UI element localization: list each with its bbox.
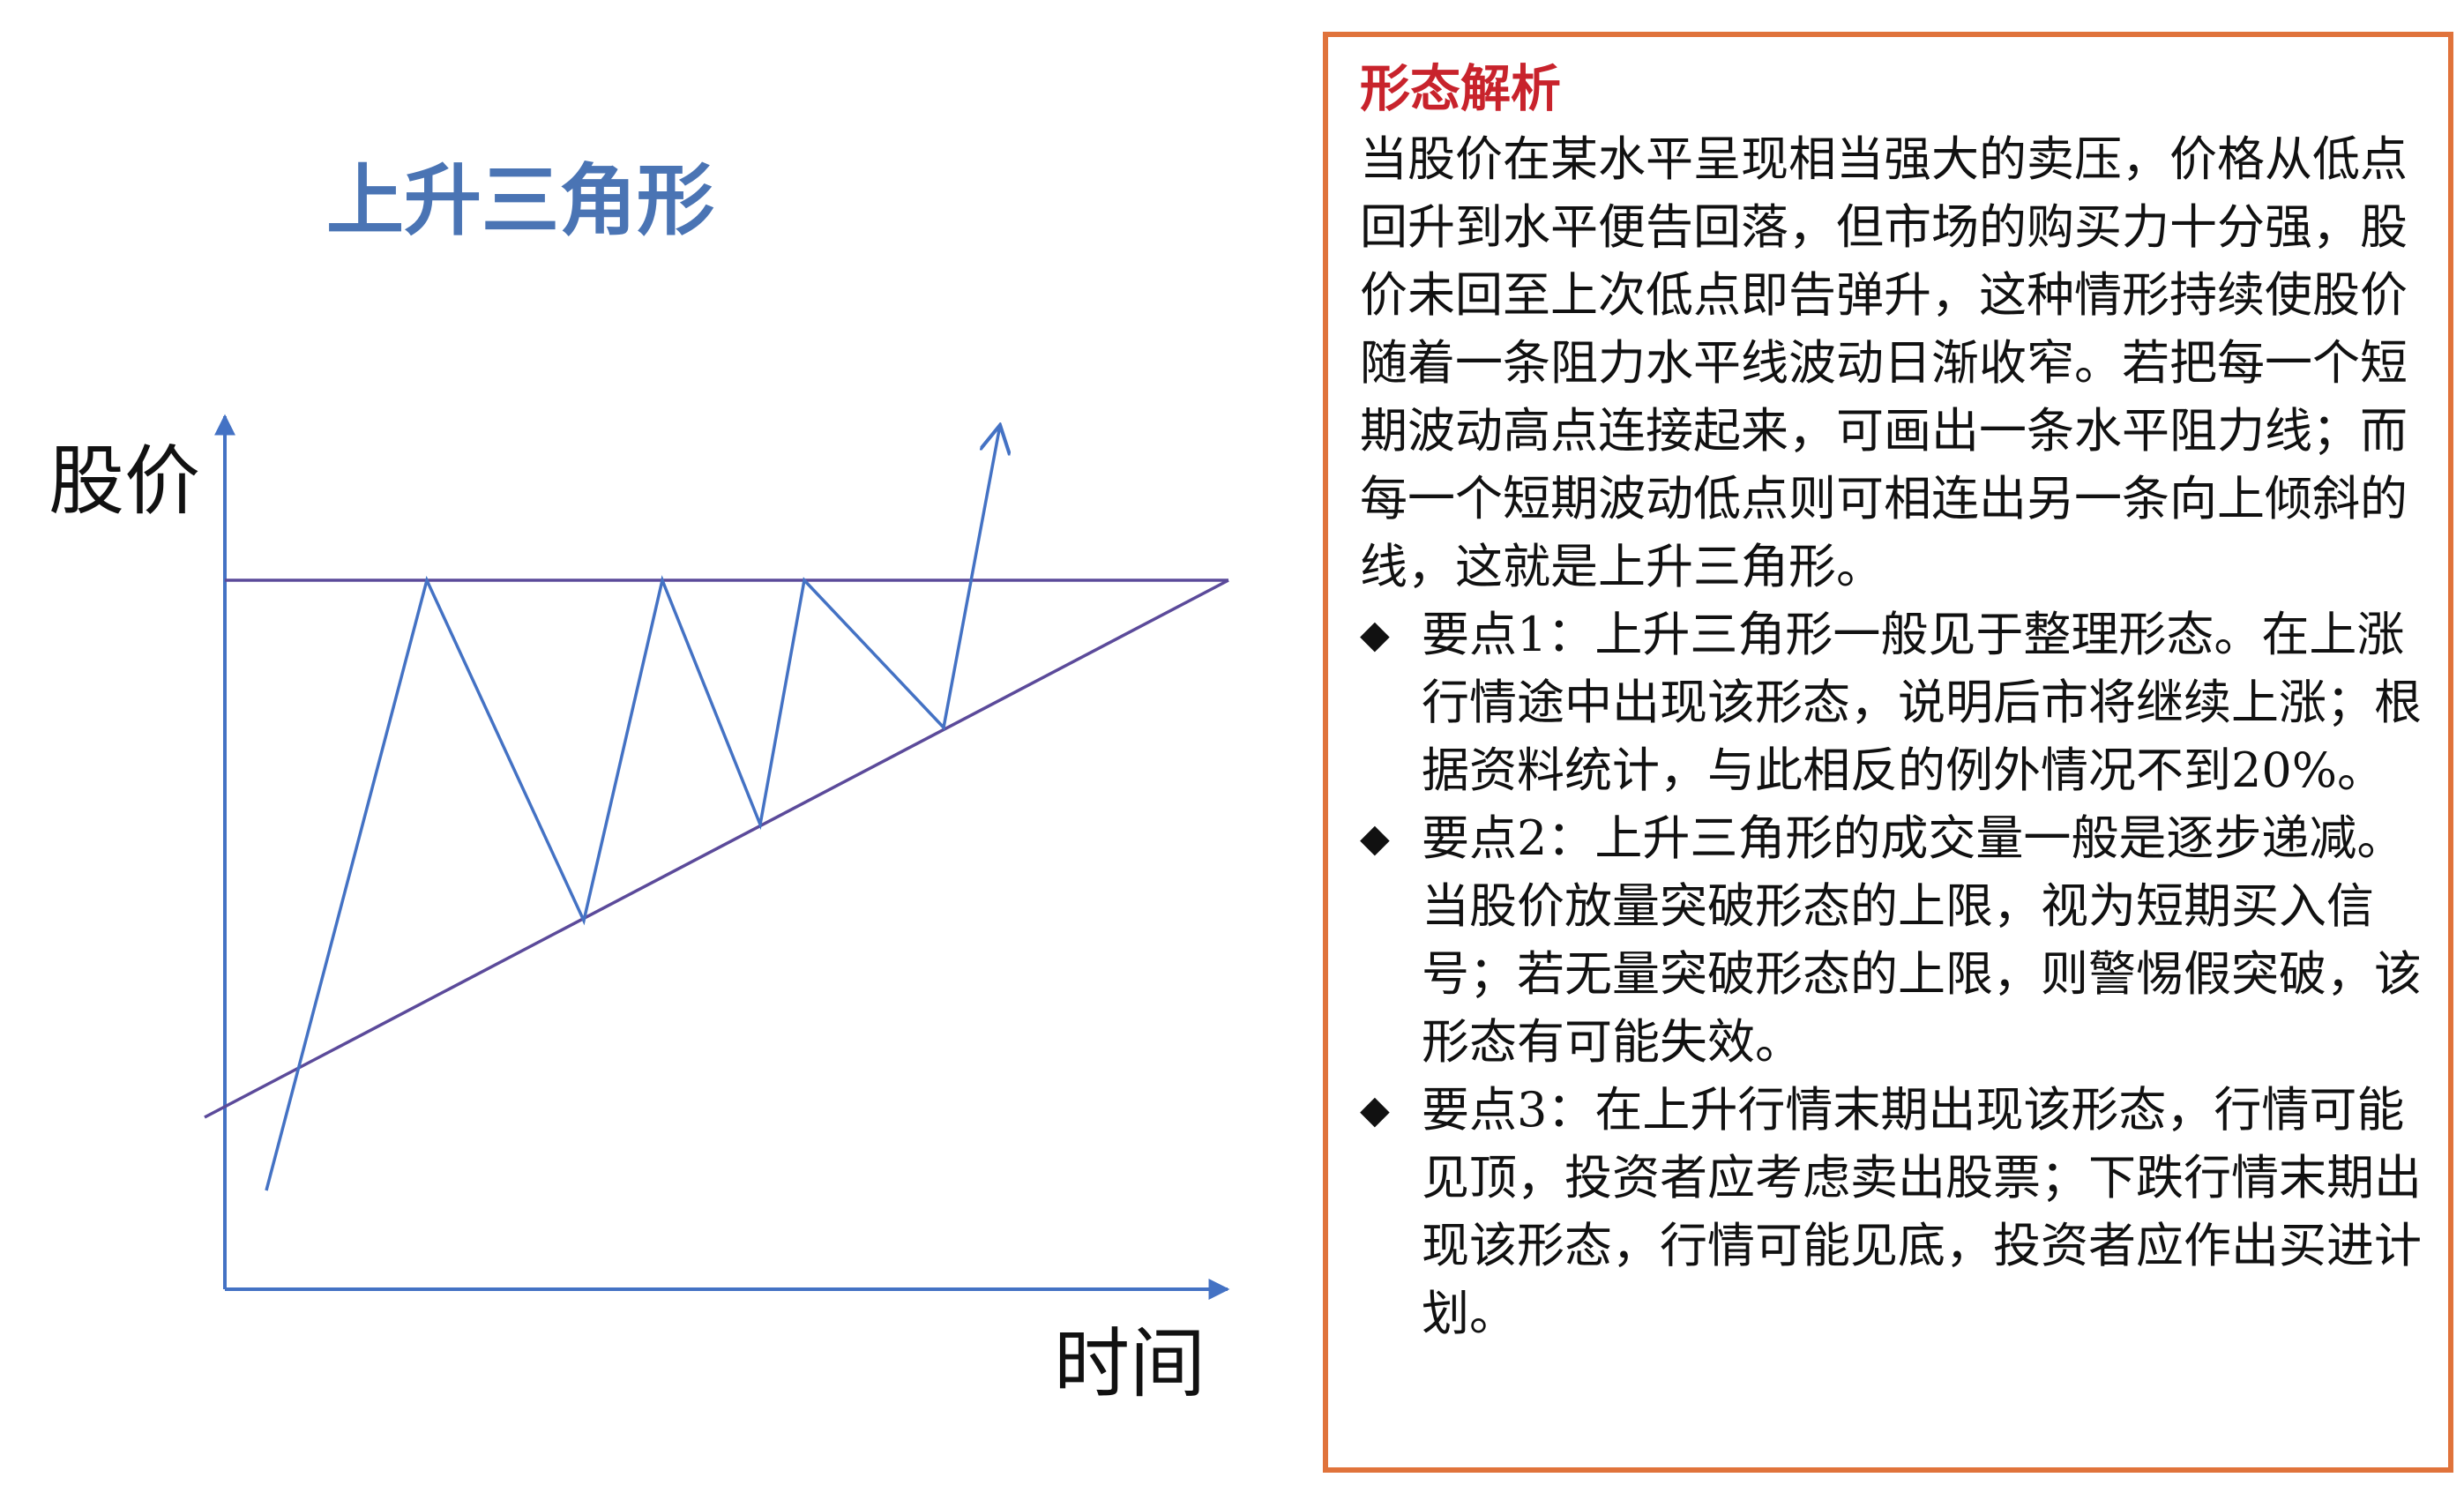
key-point-1: ◆ 要点1：上升三角形一般见于整理形态。在上涨行情途中出现该形态，说明后市将继续… bbox=[1360, 601, 2425, 804]
key-point-2-text: 要点2：上升三角形的成交量一般是逐步递减。当股价放量突破形态的上限，视为短期买入… bbox=[1422, 810, 2422, 1070]
ascending-support-line bbox=[204, 578, 1229, 1119]
price-zigzag-line bbox=[265, 425, 1000, 1191]
panel-intro-text: 当股价在某水平呈现相当强大的卖压，价格从低点回升到水平便告回落，但市场的购买力十… bbox=[1360, 131, 2408, 594]
analysis-panel: 形态解析 当股价在某水平呈现相当强大的卖压，价格从低点回升到水平便告回落，但市场… bbox=[1323, 32, 2453, 1473]
key-point-3: ◆ 要点3：在上升行情末期出现该形态，行情可能见顶，投资者应考虑卖出股票；下跌行… bbox=[1360, 1076, 2425, 1347]
diamond-bullet-icon: ◆ bbox=[1360, 1087, 1390, 1132]
key-point-1-text: 要点1：上升三角形一般见于整理形态。在上涨行情途中出现该形态，说明后市将继续上涨… bbox=[1422, 607, 2422, 798]
y-axis-label: 股价 bbox=[49, 437, 200, 526]
diagram-title: 上升三角形 bbox=[326, 155, 714, 246]
diamond-bullet-icon: ◆ bbox=[1360, 612, 1390, 657]
key-points-list: ◆ 要点1：上升三角形一般见于整理形态。在上涨行情途中出现该形态，说明后市将继续… bbox=[1360, 601, 2425, 1347]
key-point-2: ◆ 要点2：上升三角形的成交量一般是逐步递减。当股价放量突破形态的上限，视为短期… bbox=[1360, 804, 2425, 1076]
diamond-bullet-icon: ◆ bbox=[1360, 816, 1390, 861]
x-axis-label: 时间 bbox=[1054, 1320, 1206, 1408]
ascending-triangle-diagram: 上升三角形 股价 时间 bbox=[49, 155, 1230, 1408]
key-point-3-text: 要点3：在上升行情末期出现该形态，行情可能见顶，投资者应考虑卖出股票；下跌行情末… bbox=[1422, 1082, 2422, 1341]
panel-title: 形态解析 bbox=[1360, 59, 1561, 118]
